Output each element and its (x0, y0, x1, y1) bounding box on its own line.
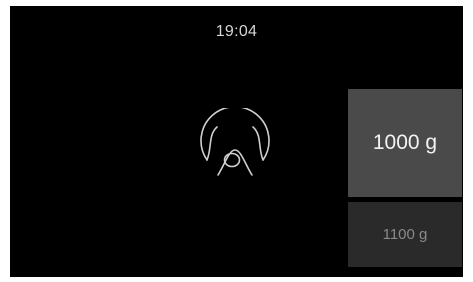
meat-roast-icon (195, 108, 275, 188)
clock-time: 19:04 (215, 23, 258, 40)
weight-option-next[interactable]: 1100 g (348, 202, 462, 267)
oven-display-screen: 19:04 1000 g 1100 g (10, 6, 463, 277)
weight-option-selected[interactable]: 1000 g (348, 89, 462, 197)
